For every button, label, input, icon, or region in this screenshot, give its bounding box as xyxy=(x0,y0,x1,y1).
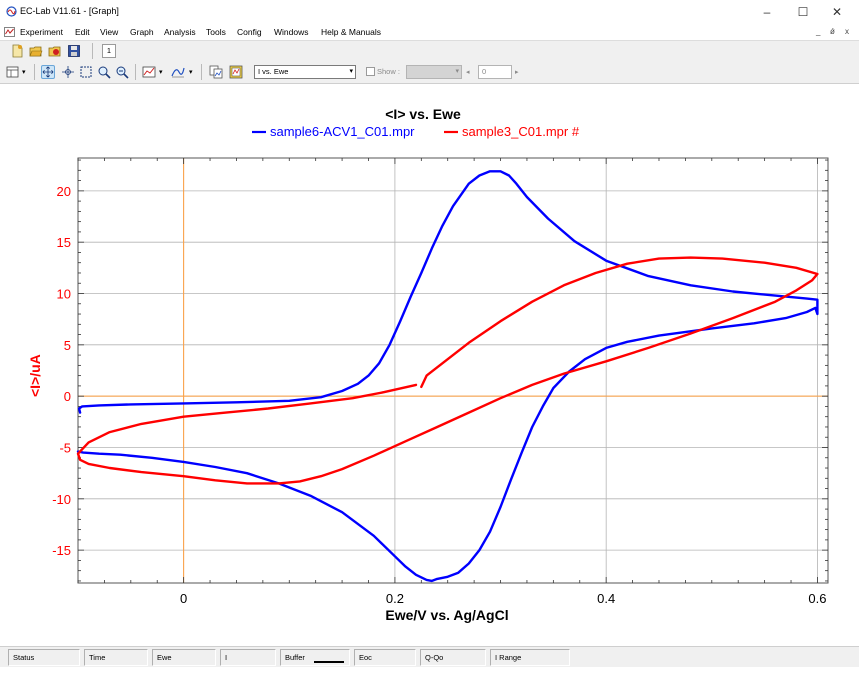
menu-graph[interactable]: Graph xyxy=(130,27,154,37)
menu-help[interactable]: Help & Manuals xyxy=(321,27,381,37)
maximize-button[interactable]: ☐ xyxy=(788,3,818,21)
y-tick-label: 15 xyxy=(57,235,71,250)
mdi-close-button[interactable]: x xyxy=(845,27,849,36)
mdi-minimize-button[interactable]: _ xyxy=(816,27,820,36)
status-bar: Status Time Ewe I Buffer Eoc Q-Qo I Rang… xyxy=(0,646,859,667)
qqo-label: Q-Qo xyxy=(425,653,444,662)
menu-bar: Experiment Edit View Graph Analysis Tool… xyxy=(0,24,859,40)
status-cell-status: Status xyxy=(8,649,80,666)
mdi-restore-button[interactable]: ǿ xyxy=(830,27,835,36)
chevron-down-icon[interactable]: ▾ xyxy=(22,68,26,76)
x-tick-label: 0.2 xyxy=(386,591,404,606)
menu-view[interactable]: View xyxy=(100,27,118,37)
x-axis-label: Ewe/V vs. Ag/AgCl xyxy=(385,607,508,623)
show-checkbox[interactable] xyxy=(366,67,375,76)
y-tick-label: 20 xyxy=(57,184,71,199)
move-icon[interactable] xyxy=(41,65,55,79)
graph-toolbar: ▾ ▾ ▾ I vs. Ewe ▾ Show: ▾ ◂ 0 ▸ xyxy=(0,60,859,84)
graph-layout-icon[interactable] xyxy=(6,65,20,79)
graph-panel[interactable]: 0 0.2 0.4 0.6 -15 -10 -5 0 5 10 15 20 Ewe/V vs. Ag/A… xyxy=(0,85,859,640)
status-cell-buffer: Buffer xyxy=(280,649,350,666)
y-tick-label: 5 xyxy=(64,338,71,353)
show-select[interactable]: ▾ xyxy=(406,65,462,79)
buffer-indicator xyxy=(314,661,344,663)
series-line-sample3 xyxy=(76,256,819,485)
status-cell-i: I xyxy=(220,649,276,666)
copy-graph-icon[interactable] xyxy=(209,65,223,79)
page-tab[interactable]: 1 xyxy=(102,44,116,58)
series-layer xyxy=(76,170,819,583)
legend-label: sample6-ACV1_C01.mpr xyxy=(270,124,415,139)
y-axis-label: <I>/uA xyxy=(27,354,43,397)
status-cell-irange: I Range xyxy=(490,649,570,666)
show-label: Show : xyxy=(377,67,400,76)
graph-select[interactable]: I vs. Ewe ▾ xyxy=(254,65,356,79)
time-label: Time xyxy=(89,653,106,662)
menu-analysis[interactable]: Analysis xyxy=(164,27,196,37)
y-tick-label: 10 xyxy=(57,287,71,302)
series-line-sample6 xyxy=(76,170,819,583)
menu-config[interactable]: Config xyxy=(237,27,262,37)
export-graph-icon[interactable] xyxy=(229,65,243,79)
window-title: EC-Lab V11.61 - [Graph] xyxy=(20,6,119,16)
status-cell-eoc: Eoc xyxy=(354,649,416,666)
file-toolbar: 1 xyxy=(0,40,859,60)
chart-text: 0 0.2 0.4 0.6 -15 -10 -5 0 5 10 15 20 Ewe/V vs. Ag/A… xyxy=(27,106,826,623)
close-button[interactable]: ✕ xyxy=(822,3,852,21)
x-tick-label: 0 xyxy=(180,591,187,606)
chart-title: <I> vs. Ewe xyxy=(385,106,461,122)
x-tick-label: 0.6 xyxy=(808,591,826,606)
zoom-out-icon[interactable] xyxy=(115,65,129,79)
y-tick-label: -5 xyxy=(59,440,71,455)
chart-document-icon xyxy=(4,27,15,37)
menu-tools[interactable]: Tools xyxy=(206,27,226,37)
zoom-in-icon[interactable] xyxy=(97,65,111,79)
plot-frame xyxy=(77,157,829,584)
irange-label: I Range xyxy=(495,653,522,662)
fit-curve-icon[interactable] xyxy=(171,65,185,79)
save-icon[interactable] xyxy=(67,44,81,58)
title-bar: EC-Lab V11.61 - [Graph] – ☐ ✕ xyxy=(0,0,859,24)
axes xyxy=(77,157,829,584)
app-icon xyxy=(6,6,17,17)
spin-up-icon[interactable]: ▸ xyxy=(515,68,519,76)
chevron-down-icon[interactable]: ▾ xyxy=(159,68,163,76)
cursor-icon[interactable] xyxy=(61,65,75,79)
new-file-icon[interactable] xyxy=(10,44,24,58)
buffer-label: Buffer xyxy=(285,653,305,662)
graph-properties-icon[interactable] xyxy=(142,65,156,79)
cycle-spin[interactable]: 0 xyxy=(478,65,512,79)
open-settings-icon[interactable] xyxy=(48,44,62,58)
eoc-label: Eoc xyxy=(359,653,372,662)
cycle-spin-value: 0 xyxy=(482,67,487,76)
toolbar-separator xyxy=(34,64,35,80)
i-label: I xyxy=(225,653,228,662)
y-tick-label: -15 xyxy=(52,543,71,558)
status-label: Status xyxy=(13,653,35,662)
cv-chart[interactable]: 0 0.2 0.4 0.6 -15 -10 -5 0 5 10 15 20 Ewe/V vs. Ag/A… xyxy=(0,85,859,640)
chevron-down-icon: ▾ xyxy=(349,68,353,75)
zoom-box-icon[interactable] xyxy=(79,65,93,79)
status-cell-time: Time xyxy=(84,649,148,666)
ewe-label: Ewe xyxy=(157,653,172,662)
x-tick-label: 0.4 xyxy=(597,591,615,606)
legend-label: sample3_C01.mpr # xyxy=(462,124,580,139)
open-file-icon[interactable] xyxy=(29,44,43,58)
minimize-button[interactable]: – xyxy=(752,3,782,21)
status-cell-ewe: Ewe xyxy=(152,649,216,666)
spin-down-icon[interactable]: ◂ xyxy=(466,68,470,76)
menu-experiment[interactable]: Experiment xyxy=(20,27,63,37)
toolbar-separator xyxy=(92,43,93,59)
graph-select-value: I vs. Ewe xyxy=(258,67,289,76)
menu-windows[interactable]: Windows xyxy=(274,27,308,37)
y-tick-label: -10 xyxy=(52,492,71,507)
grid xyxy=(78,158,828,583)
chevron-down-icon: ▾ xyxy=(455,68,459,75)
y-tick-label: 0 xyxy=(64,389,71,404)
chevron-down-icon[interactable]: ▾ xyxy=(189,68,193,76)
toolbar-separator xyxy=(201,64,202,80)
toolbar-separator xyxy=(135,64,136,80)
status-cell-qqo: Q-Qo xyxy=(420,649,486,666)
menu-edit[interactable]: Edit xyxy=(75,27,90,37)
